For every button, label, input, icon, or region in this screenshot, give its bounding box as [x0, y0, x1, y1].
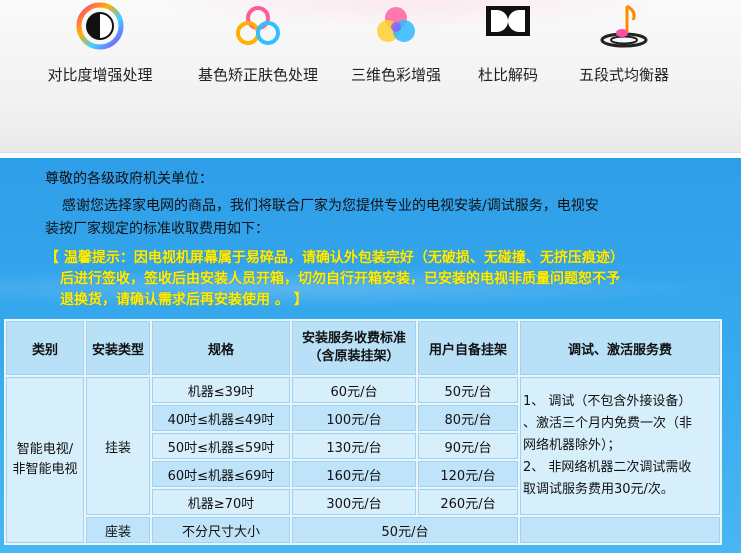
service-line-4: 2、 非网络机器二次调试需收: [523, 460, 692, 475]
service-line-2: 、激活三个月内免费一次（非: [523, 416, 693, 431]
table-row: 座装 不分尺寸大小 50元/台: [6, 517, 720, 543]
service-line-3: 网络机器除外）；: [523, 438, 621, 453]
category-line-2: 非智能电视: [12, 462, 78, 477]
seat-service-cell: [520, 517, 720, 543]
seat-fee-cell: 50元/台: [292, 517, 518, 543]
feature-strip: 对比度增强处理 基色矫正肤色处理 三维色彩增强 杜比解码 五段式均衡器: [0, 0, 741, 153]
feature-label: 对比度增强处理: [47, 66, 153, 84]
fee-cell: 100元/台: [292, 405, 416, 431]
own-bracket-cell: 90元/台: [418, 433, 518, 459]
service-line-1: 1、 调试（不包含外接设备）: [523, 394, 692, 409]
rgb-color-icon: [372, 2, 420, 54]
primary-colors-icon: [233, 2, 283, 54]
spec-cell: 机器≥70吋: [152, 489, 290, 515]
seat-type-cell: 座装: [86, 517, 150, 543]
category-cell: 智能电视/ 非智能电视: [6, 377, 84, 543]
fee-cell: 130元/台: [292, 433, 416, 459]
wall-mount-cell: 挂装: [86, 377, 150, 515]
header-install-type: 安装类型: [86, 321, 150, 375]
music-note-icon: [597, 2, 651, 54]
service-cell: 1、 调试（不包含外接设备） 、激活三个月内免费一次（非 网络机器除外）； 2、…: [520, 377, 720, 515]
spec-cell: 机器≤39吋: [152, 377, 290, 403]
intro-line-2: 装按厂家规定的标准收取费用如下：: [45, 221, 269, 237]
header-own-bracket: 用户自备挂架: [418, 321, 518, 375]
own-bracket-cell: 50元/台: [418, 377, 518, 403]
dolby-icon: [485, 2, 531, 46]
own-bracket-cell: 120元/台: [418, 461, 518, 487]
feature-primary-colors: 基色矫正肤色处理: [183, 0, 333, 100]
contrast-icon: [76, 2, 124, 54]
fee-table: 类别 安装类型 规格 安装服务收费标准 （含原装挂架） 用户自备挂架 调试、激活…: [4, 319, 722, 545]
spec-cell: 40吋≤机器≤49吋: [152, 405, 290, 431]
fee-cell: 300元/台: [292, 489, 416, 515]
fee-cell: 60元/台: [292, 377, 416, 403]
fee-cell: 160元/台: [292, 461, 416, 487]
category-line-1: 智能电视/: [16, 442, 74, 457]
feature-label: 五段式均衡器: [578, 66, 669, 84]
header-category: 类别: [6, 321, 84, 375]
intro-line-1: 感谢您选择家电网的商品，我们将联合厂家为您提供专业的电视安装/调试服务，电视安: [62, 198, 599, 214]
feature-equalizer: 五段式均衡器: [549, 0, 699, 100]
header-fee: 安装服务收费标准 （含原装挂架）: [292, 321, 416, 375]
greeting: 尊敬的各级政府机关单位：: [45, 171, 213, 187]
warning-line-1: 【 温馨提示：因电视机屏幕属于易碎品，请确认外包装完好（无破损、无碰撞、无挤压痕…: [45, 250, 624, 266]
header-fee-line-2: （含原装挂架）: [308, 349, 400, 364]
warning-line-3: 退换货，请确认需求后再安装使用 。 】: [60, 292, 308, 308]
service-line-5: 取调试服务费用30元/次。: [523, 482, 674, 497]
header-fee-line-1: 安装服务收费标准: [301, 331, 406, 346]
own-bracket-cell: 260元/台: [418, 489, 518, 515]
seat-spec-cell: 不分尺寸大小: [152, 517, 290, 543]
header-service: 调试、激活服务费: [520, 321, 720, 375]
table-row: 智能电视/ 非智能电视 挂装 机器≤39吋 60元/台 50元/台 1、 调试（…: [6, 377, 720, 543]
feature-label: 基色矫正肤色处理: [197, 66, 318, 84]
warning-line-2: 后进行签收，签收后由安装人员开箱，切勿自行开箱安装，已安装的电视非质量问题恕不予: [60, 271, 620, 287]
own-bracket-cell: 80元/台: [418, 405, 518, 431]
header-spec: 规格: [152, 321, 290, 375]
spec-cell: 50吋≤机器≤59吋: [152, 433, 290, 459]
feature-contrast: 对比度增强处理: [25, 0, 175, 100]
table-header-row: 类别 安装类型 规格 安装服务收费标准 （含原装挂架） 用户自备挂架 调试、激活…: [6, 321, 720, 375]
spec-cell: 60吋≤机器≤69吋: [152, 461, 290, 487]
